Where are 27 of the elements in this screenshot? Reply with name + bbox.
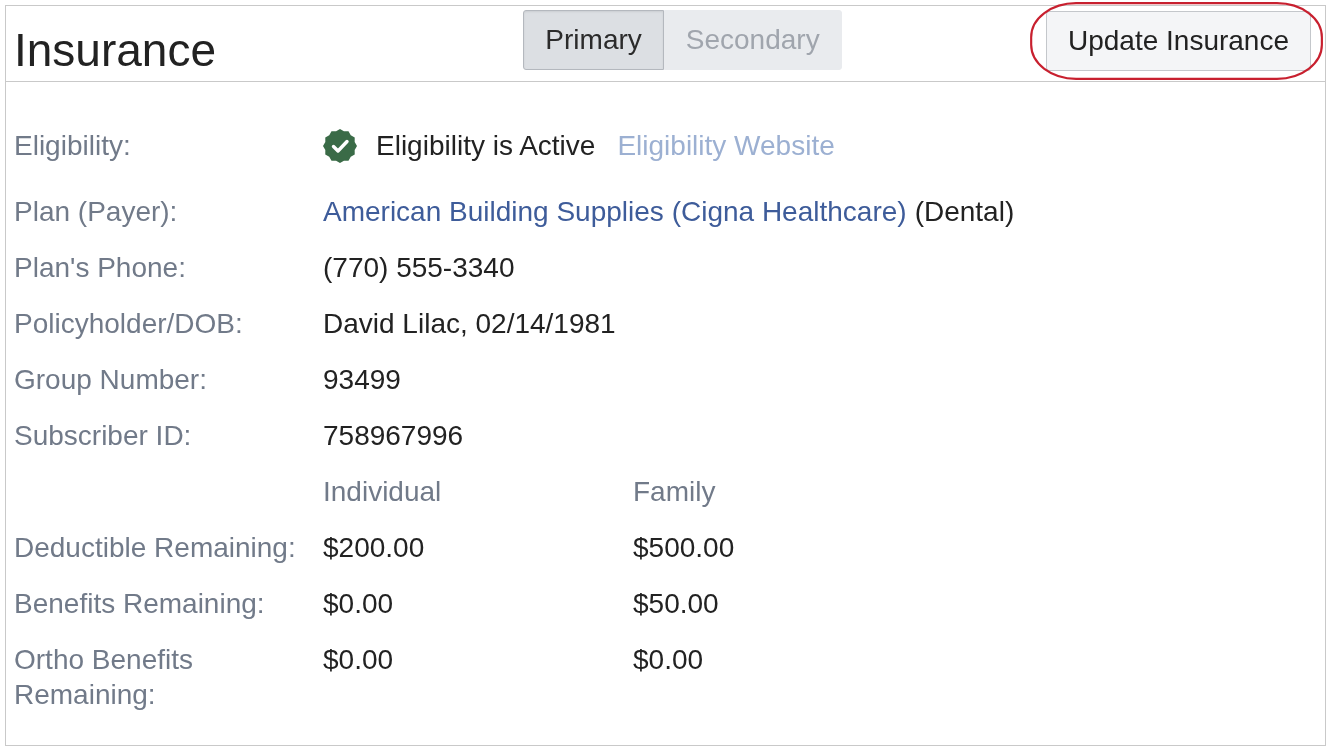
amount-value: $500.00	[633, 532, 735, 563]
amount-value: $0.00	[633, 644, 704, 675]
column-header: Individual	[323, 476, 442, 507]
update-insurance-button[interactable]: Update Insurance	[1045, 11, 1311, 71]
field-label: Subscriber ID:	[14, 419, 193, 453]
field-value: 93499	[323, 363, 401, 397]
plan-type-text: (Dental)	[914, 195, 1015, 229]
amount-value: $0.00	[323, 644, 394, 675]
page-title: Insurance	[14, 27, 217, 73]
field-value: (770) 555-3340	[323, 251, 515, 285]
amount-value: $200.00	[323, 532, 425, 563]
field-label: Deductible Remaining:	[14, 531, 297, 565]
amount-value: $0.00	[323, 588, 394, 619]
column-header: Family	[633, 476, 716, 507]
plan-link[interactable]: American Building Supplies (Cigna Healthcare)	[323, 194, 907, 229]
field-label: Plan (Payer):	[14, 195, 179, 229]
field-label: Group Number:	[14, 363, 208, 397]
field-value: 758967996	[323, 419, 464, 453]
field-value: David Lilac, 02/14/1981	[323, 307, 616, 341]
field-label: Benefits Remaining:	[14, 587, 266, 621]
field-label: Policyholder/DOB:	[14, 307, 244, 341]
amount-value: $50.00	[633, 588, 719, 619]
eligibility-status: Eligibility is Active	[376, 129, 596, 163]
field-label: Plan's Phone:	[14, 251, 187, 285]
field-label: Eligibility:	[14, 129, 132, 163]
tab[interactable]: Primary	[523, 10, 664, 70]
field-label: Ortho Benefits Remaining:	[14, 643, 194, 712]
